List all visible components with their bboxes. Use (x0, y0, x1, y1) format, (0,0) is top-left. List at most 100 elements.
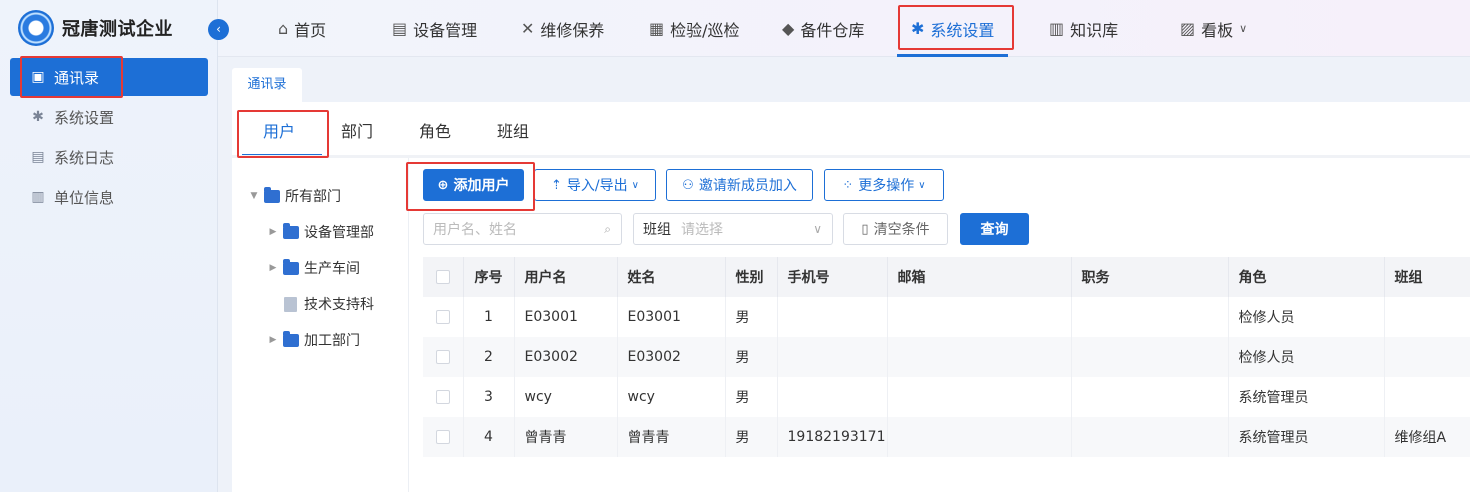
cell-title (1071, 417, 1229, 457)
folder-icon (283, 330, 299, 347)
sidebar: 冠唐测试企业 ▣ 通讯录 ✱ 系统设置 ▤ 系统日志 ▥ 单位信息 (0, 0, 218, 492)
caret-down-icon[interactable]: ▼ (248, 191, 260, 201)
caret-right-icon[interactable]: ▶ (267, 335, 279, 345)
contacts-icon: ▣ (31, 69, 45, 85)
search-icon[interactable]: ⌕ (604, 222, 611, 237)
more-actions-button[interactable]: ⁘ 更多操作 ∨ (824, 169, 944, 201)
brand-name: 冠唐测试企业 (62, 19, 173, 40)
cell-name: E03002 (617, 337, 726, 377)
cell-email (887, 297, 1072, 337)
table-row[interactable]: 1 E03001 E03001 男 检修人员 (423, 297, 1470, 337)
tree-node[interactable]: 技术支持科 (283, 294, 374, 314)
row-checkbox[interactable] (423, 297, 464, 337)
column-header: 性别 (725, 257, 778, 297)
divider (232, 155, 1470, 158)
sidebar-item-unit-info[interactable]: ▥ 单位信息 (10, 178, 208, 216)
sidebar-item-system-settings[interactable]: ✱ 系统设置 (10, 98, 208, 136)
row-checkbox[interactable] (423, 377, 464, 417)
nav-label: 系统设置 (930, 20, 995, 40)
nav-item-maintenance[interactable]: ✕ 维修保养 (521, 0, 604, 57)
content-area: 通讯录 用户 部门 角色 班组 ▼ 所有部门 ▶ 设备管理部 ▶ 生产车间 技术… (232, 65, 1470, 492)
sidebar-item-system-log[interactable]: ▤ 系统日志 (10, 138, 208, 176)
tree-node-root[interactable]: ▼ 所有部门 (248, 186, 341, 206)
table-row[interactable]: 3 wcy wcy 男 系统管理员 (423, 377, 1470, 417)
cell-name: E03001 (617, 297, 726, 337)
cell-title (1071, 337, 1229, 377)
group-select[interactable]: 班组 请选择 ∨ (633, 213, 833, 245)
cell-phone: 19182193171 (777, 417, 888, 457)
gear-icon: ✱ (32, 109, 44, 125)
cell-group (1384, 337, 1470, 377)
search-placeholder: 用户名、姓名 (433, 222, 517, 238)
import-export-button[interactable]: ⇡ 导入/导出 ∨ (534, 169, 656, 201)
nav-label: 检验/巡检 (670, 20, 740, 40)
cell-title (1071, 377, 1229, 417)
tab-groups[interactable]: 班组 (474, 102, 552, 154)
column-header: 角色 (1228, 257, 1385, 297)
tree-node[interactable]: ▶ 加工部门 (267, 330, 360, 350)
cell-gender: 男 (725, 297, 778, 337)
sidebar-item-label: 通讯录 (54, 68, 100, 87)
log-icon: ▤ (31, 149, 45, 165)
nav-item-system-settings[interactable]: ✱ 系统设置 (896, 0, 1009, 57)
cell-group: 维修组A (1384, 417, 1470, 457)
clear-filters-button[interactable]: ▯ 清空条件 (843, 213, 948, 245)
nav-label: 备件仓库 (800, 20, 865, 40)
inspection-icon: ▦ (649, 19, 665, 38)
add-user-button[interactable]: ⊕ 添加用户 (423, 169, 524, 201)
tab-users[interactable]: 用户 (240, 102, 322, 157)
plus-circle-icon: ⊕ (437, 177, 449, 193)
document-icon (284, 296, 297, 312)
tab-roles[interactable]: 角色 (396, 102, 474, 154)
row-checkbox[interactable] (423, 417, 464, 457)
column-header: 用户名 (514, 257, 618, 297)
cell-name: 曾青青 (617, 417, 726, 457)
cell-title (1071, 297, 1229, 337)
tools-icon: ✕ (521, 19, 535, 38)
cell-username-link[interactable]: wcy (514, 377, 618, 417)
select-all-checkbox[interactable] (423, 257, 464, 297)
table-row[interactable]: 4 曾青青 曾青青 男 19182193171 系统管理员 维修组A (423, 417, 1470, 457)
cell-username-link[interactable]: E03001 (514, 297, 618, 337)
cell-no: 3 (463, 377, 515, 417)
nav-label: 看板 (1201, 20, 1234, 40)
tree-node[interactable]: ▶ 生产车间 (267, 258, 360, 278)
tree-node[interactable]: ▶ 设备管理部 (267, 222, 374, 242)
brand: 冠唐测试企业 (18, 10, 173, 46)
table-row[interactable]: 2 E03002 E03002 男 检修人员 (423, 337, 1470, 377)
nav-item-equipment[interactable]: ▤ 设备管理 (392, 0, 477, 57)
chevron-left-icon[interactable]: ‹ (208, 19, 229, 40)
nav-item-inspection[interactable]: ▦ 检验/巡检 (649, 0, 740, 57)
folder-icon (283, 258, 299, 275)
sidebar-item-contacts[interactable]: ▣ 通讯录 (10, 58, 208, 96)
tree-node-label: 加工部门 (304, 333, 360, 349)
cell-username-link[interactable]: E03002 (514, 337, 618, 377)
cell-group (1384, 297, 1470, 337)
main-panel: 用户 部门 角色 班组 ▼ 所有部门 ▶ 设备管理部 ▶ 生产车间 技术支持科 … (232, 102, 1470, 492)
cell-no: 4 (463, 417, 515, 457)
cell-email (887, 377, 1072, 417)
row-checkbox[interactable] (423, 337, 464, 377)
nav-label: 维修保养 (540, 20, 605, 40)
building-icon: ▥ (31, 189, 45, 205)
search-input[interactable]: 用户名、姓名 ⌕ (423, 213, 622, 245)
nav-item-spare-parts[interactable]: ◆ 备件仓库 (782, 0, 864, 57)
caret-right-icon[interactable]: ▶ (267, 263, 279, 273)
tab-departments[interactable]: 部门 (318, 102, 396, 154)
cell-phone (777, 377, 888, 417)
nav-item-home[interactable]: ⌂ 首页 (278, 0, 326, 57)
chevron-down-icon: ∨ (1239, 22, 1248, 35)
nav-item-dashboard[interactable]: ▨ 看板 ∨ (1180, 0, 1247, 57)
chevron-down-icon: ∨ (918, 179, 926, 191)
caret-right-icon[interactable]: ▶ (267, 227, 279, 237)
invite-member-button[interactable]: ⚇ 邀请新成员加入 (666, 169, 813, 201)
nav-item-knowledge[interactable]: ▥ 知识库 (1049, 0, 1118, 57)
gear-icon: ✱ (911, 19, 925, 38)
column-header: 邮箱 (887, 257, 1072, 297)
page-tab-contacts[interactable]: 通讯录 (232, 68, 302, 102)
query-button[interactable]: 查询 (960, 213, 1029, 245)
column-header: 职务 (1071, 257, 1229, 297)
group-select-placeholder: 请选择 (681, 222, 723, 238)
cell-username-link[interactable]: 曾青青 (514, 417, 618, 457)
cell-role: 检修人员 (1228, 337, 1385, 377)
